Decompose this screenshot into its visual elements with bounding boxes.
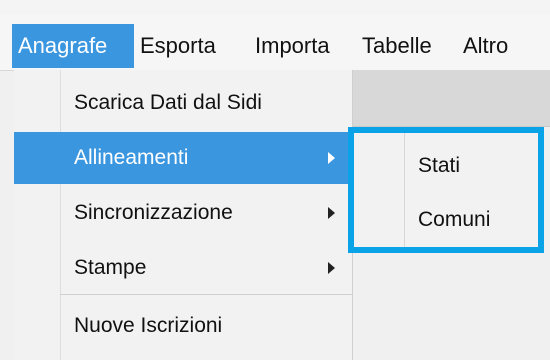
submenu-arrow-icon: [328, 262, 335, 274]
menu-item-sincronizzazione[interactable]: Sincronizzazione: [14, 187, 352, 239]
menu-tabelle[interactable]: Tabelle: [362, 24, 432, 68]
menu-altro[interactable]: Altro: [463, 24, 508, 68]
allineamenti-submenu: Stati Comuni: [348, 127, 544, 253]
menu-item-label: Stampe: [74, 256, 147, 279]
menu-separator: [60, 294, 352, 295]
submenu-item-label: Comuni: [418, 208, 491, 231]
menu-esporta[interactable]: Esporta: [140, 24, 216, 68]
menu-anagrafe[interactable]: Anagrafe: [12, 24, 134, 68]
menu-item-stampe[interactable]: Stampe: [14, 242, 352, 294]
menu-item-scarica-dati[interactable]: Scarica Dati dal Sidi: [14, 77, 352, 129]
menu-item-label: Allineamenti: [74, 146, 189, 169]
menu-importa[interactable]: Importa: [255, 24, 330, 68]
menu-item-label: Sincronizzazione: [74, 201, 233, 224]
submenu-arrow-icon: [328, 207, 335, 219]
menu-item-nuove-iscrizioni[interactable]: Nuove Iscrizioni: [14, 300, 352, 352]
submenu-item-stati[interactable]: Stati: [354, 141, 538, 191]
menu-item-label: Scarica Dati dal Sidi: [74, 91, 262, 114]
toolbar-background: [344, 70, 550, 127]
window-top-edge: [0, 0, 550, 14]
submenu-arrow-icon: [328, 152, 335, 164]
submenu-item-label: Stati: [418, 154, 461, 177]
menu-bar: Anagrafe Esporta Importa Tabelle Altro: [0, 14, 550, 71]
submenu-item-comuni[interactable]: Comuni: [354, 195, 538, 245]
menu-item-label: Nuove Iscrizioni: [74, 314, 223, 337]
anagrafe-dropdown-menu: Scarica Dati dal Sidi Allineamenti Sincr…: [14, 70, 353, 360]
menu-item-allineamenti[interactable]: Allineamenti: [14, 132, 352, 184]
